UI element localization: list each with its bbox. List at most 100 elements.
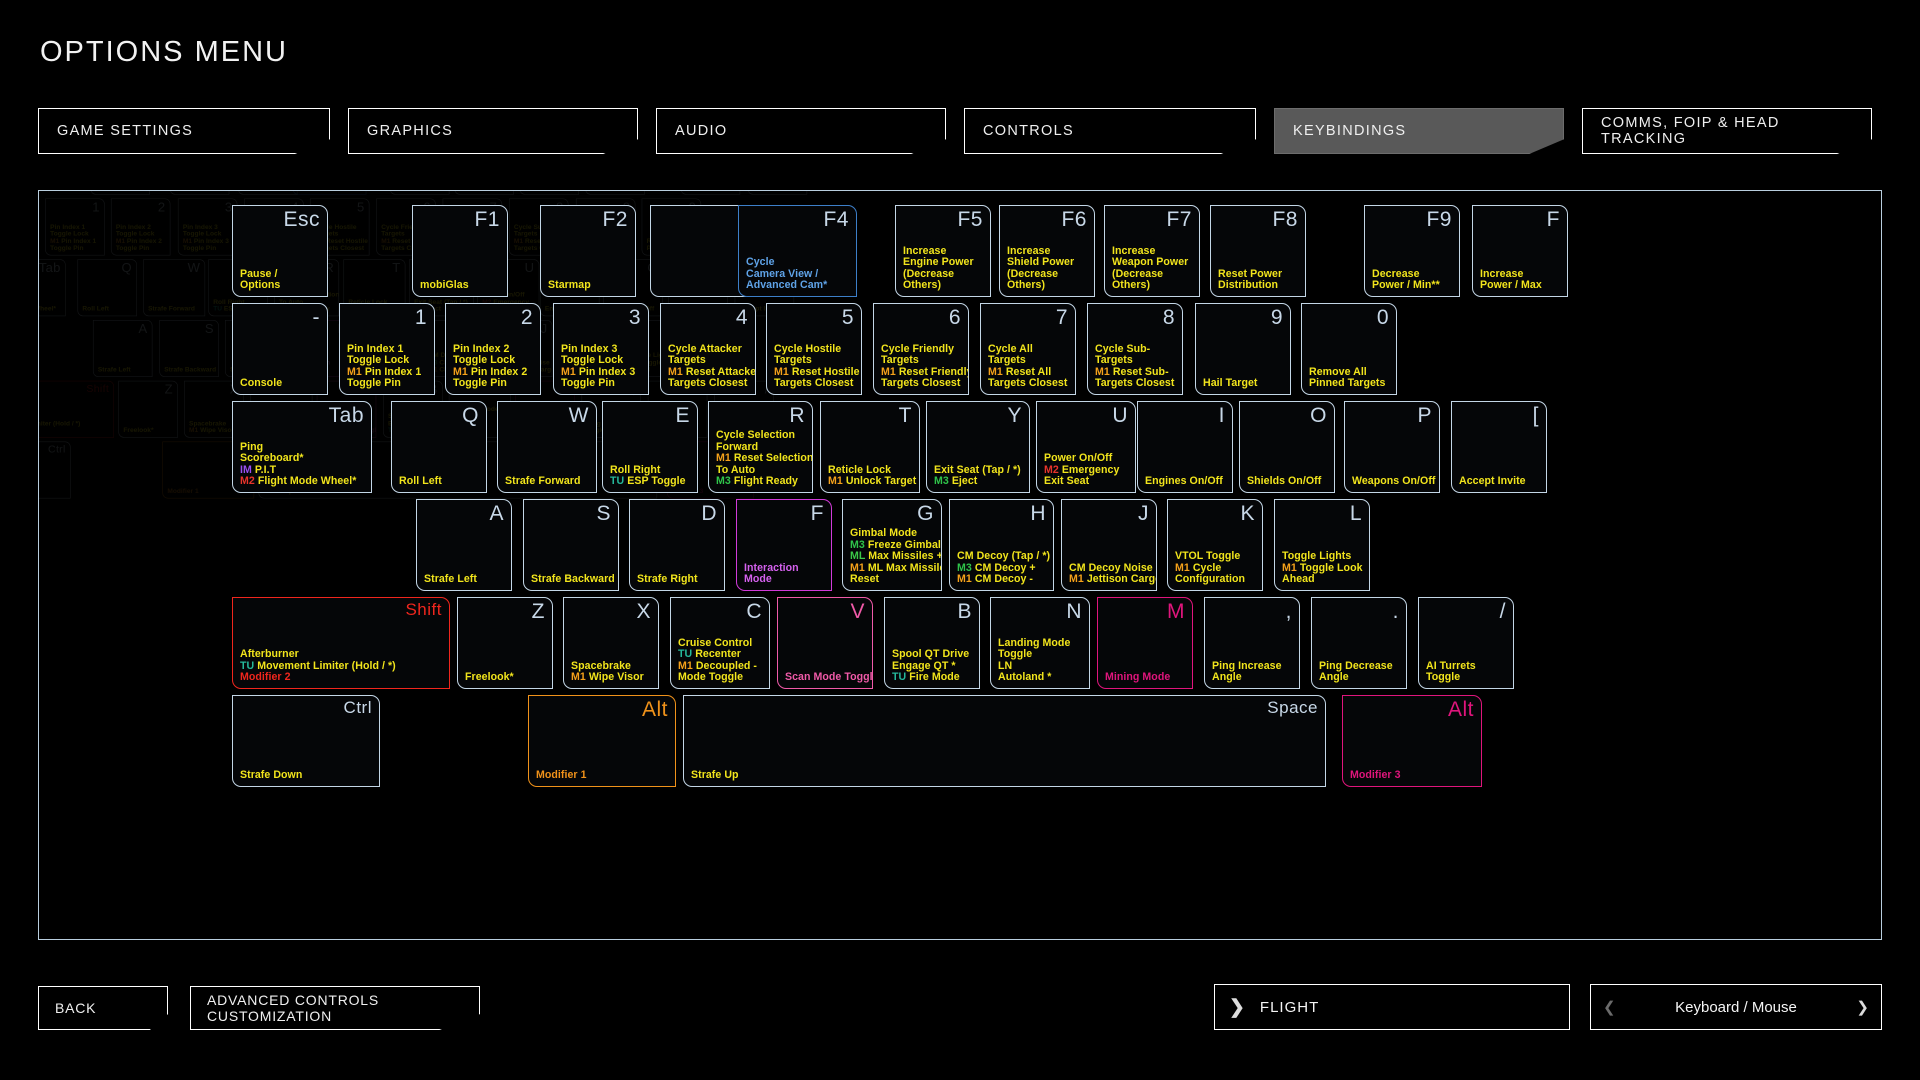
key-blank[interactable] <box>650 205 746 297</box>
key-3[interactable]: 3 Pin Index 3 Toggle Lock M1 Pin Index 3 Tog… <box>553 303 649 395</box>
key-[interactable]: / AI Turrets Toggle <box>1418 597 1514 689</box>
flight-category-button[interactable]: ❯ FLIGHT <box>1214 984 1570 1030</box>
binding-text: Cycle <box>1192 561 1222 574</box>
key-f9[interactable]: F9 Decrease Power / Min** <box>1364 205 1460 297</box>
key-binding-line: Strafe Left <box>424 574 506 586</box>
key-4[interactable]: 4 Cycle Attacker Targets M1 Reset Attacker T… <box>660 303 756 395</box>
key-tab[interactable]: Tab Ping Scoreboard* IM P.I.T M2 Flight Mode… <box>232 401 372 493</box>
key-c[interactable]: C Cruise Control TU Recenter M1 Decoupled -… <box>670 597 770 689</box>
advanced-controls-customization-button[interactable]: ADVANCED CONTROLS CUSTOMIZATION <box>190 986 480 1030</box>
key-h[interactable]: H CM Decoy (Tap / *) M3 CM Decoy + M1 CM De… <box>949 499 1054 591</box>
key-binding-list: Roll Right TU ESP Toggle <box>610 464 692 488</box>
key-shift[interactable]: Shift Afterburner TU Movement Limiter (Hol… <box>232 597 450 689</box>
tab-comms-foip-head-tracking[interactable]: COMMS, FOIP & HEAD TRACKING <box>1582 108 1872 154</box>
key-binding-list: Increase Shield Power (Decrease Others) <box>1007 245 1089 292</box>
key-f5[interactable]: F5 Increase Engine Power (Decrease Others) <box>895 205 991 297</box>
device-selector[interactable]: ❮ Keyboard / Mouse ❯ <box>1590 984 1882 1030</box>
key-binding-line: Mining Mode <box>1105 672 1187 684</box>
binding-text: Toggle <box>1426 671 1461 684</box>
key-f1[interactable]: F1 mobiGlas <box>412 205 508 297</box>
key-2[interactable]: 2 Pin Index 2 Toggle Lock M1 Pin Index 2 Tog… <box>445 303 541 395</box>
key-0[interactable]: 0 Remove All Pinned Targets <box>1301 303 1397 395</box>
key-[interactable]: - Console <box>232 303 328 395</box>
key-f2[interactable]: F2 Starmap <box>540 205 636 297</box>
key-o[interactable]: O Shields On/Off <box>1239 401 1335 493</box>
key-n[interactable]: N Landing Mode Toggle LN Autoland * <box>990 597 1090 689</box>
key-cap-label: 5 <box>841 306 854 329</box>
chevron-left-icon[interactable]: ❮ <box>1603 998 1616 1016</box>
key-t[interactable]: T Reticle Lock M1 Unlock Target <box>820 401 920 493</box>
key-5[interactable]: 5 Cycle Hostile Targets M1 Reset Hostile Tar… <box>766 303 862 395</box>
key-cap-label: Q <box>462 404 479 427</box>
key-binding-line: M2 Flight Mode Wheel* <box>240 476 366 488</box>
key-8[interactable]: 8 Cycle Sub- Targets M1 Reset Sub- Targets C… <box>1087 303 1183 395</box>
key-f7[interactable]: F7 Increase Weapon Power (Decrease Others) <box>1104 205 1200 297</box>
key-binding-list: Interaction Mode <box>744 562 826 586</box>
key-k[interactable]: K VTOL Toggle M1 Cycle Configuration <box>1167 499 1263 591</box>
key-a[interactable]: A Strafe Left <box>416 499 512 591</box>
key-r[interactable]: R Cycle Selection Forward M1 Reset Selectio… <box>708 401 813 493</box>
key-6[interactable]: 6 Cycle Friendly Targets M1 Reset Friendly T… <box>873 303 969 395</box>
key-y[interactable]: Y Exit Seat (Tap / *) M3 Eject <box>926 401 1030 493</box>
key-alt[interactable]: Alt Modifier 1 <box>528 695 676 787</box>
back-button[interactable]: BACK <box>38 986 168 1030</box>
key-j[interactable]: J CM Decoy Noise M1 Jettison Cargo <box>1061 499 1157 591</box>
key-i[interactable]: I Engines On/Off <box>1137 401 1233 493</box>
key-b[interactable]: B Spool QT Drive Engage QT * TU Fire Mode <box>884 597 980 689</box>
key-cap-label: , <box>1285 600 1292 623</box>
key-9[interactable]: 9 Hail Target <box>1195 303 1291 395</box>
key-g[interactable]: G Gimbal Mode M3 Freeze Gimbals ML Max Miss… <box>842 499 942 591</box>
key-q[interactable]: Q Roll Left <box>391 401 487 493</box>
key-7[interactable]: 7 Cycle All Targets M1 Reset All Targets Clo… <box>980 303 1076 395</box>
key-v[interactable]: V Scan Mode Toggle <box>777 597 873 689</box>
key-binding-line: Toggle Pin <box>347 378 429 390</box>
tab-label: GRAPHICS <box>367 123 454 139</box>
key-binding-list: Strafe Left <box>424 574 506 586</box>
key-l[interactable]: L Toggle Lights M1 Toggle Look Ahead <box>1274 499 1370 591</box>
tab-audio[interactable]: AUDIO <box>656 108 946 154</box>
key-alt[interactable]: Alt Modifier 3 <box>1342 695 1482 787</box>
binding-text: Increase <box>1112 244 1156 257</box>
key-z[interactable]: Z Freelook* <box>457 597 553 689</box>
key-e[interactable]: E Roll Right TU ESP Toggle <box>602 401 698 493</box>
key-f[interactable]: F Interaction Mode <box>736 499 832 591</box>
key-binding-list: Cycle Selection Forward M1 Reset Selection… <box>716 429 812 488</box>
key-cap-label: E <box>675 404 690 427</box>
binding-text: Reset All <box>1005 365 1052 378</box>
binding-text: Pinned Targets <box>1309 377 1386 390</box>
key-binding-line: Others) <box>1112 280 1194 292</box>
binding-text: CM Decoy - <box>974 573 1033 586</box>
binding-text: CM Decoy Noise <box>1069 561 1153 574</box>
key-d[interactable]: D Strafe Right <box>629 499 725 591</box>
key-x[interactable]: X Spacebrake M1 Wipe Visor <box>563 597 659 689</box>
key-s[interactable]: S Strafe Backward <box>523 499 619 591</box>
key-[interactable]: [Accept Invite <box>1451 401 1547 493</box>
tab-controls[interactable]: CONTROLS <box>964 108 1256 154</box>
key-f8[interactable]: F8 Reset Power Distribution <box>1210 205 1306 297</box>
key-ctrl[interactable]: Ctrl Strafe Down <box>232 695 380 787</box>
key-p[interactable]: P Weapons On/Off <box>1344 401 1440 493</box>
key-cap-label: 9 <box>1270 306 1283 329</box>
key-f4[interactable]: F4 Cycle Camera View / Advanced Cam* <box>738 205 857 297</box>
chevron-right-icon[interactable]: ❯ <box>1856 998 1869 1016</box>
key-m[interactable]: M Mining Mode <box>1097 597 1193 689</box>
binding-text: Power On/Off <box>1044 452 1113 465</box>
key-u[interactable]: U Power On/Off M2 Emergency Exit Seat <box>1036 401 1136 493</box>
key-[interactable]: , Ping Increase Angle <box>1204 597 1300 689</box>
tab-graphics[interactable]: GRAPHICS <box>348 108 638 154</box>
key-w[interactable]: W Strafe Forward <box>497 401 597 493</box>
key-f6[interactable]: F6 Increase Shield Power (Decrease Others) <box>999 205 1095 297</box>
key-binding-list: Weapons On/Off <box>1352 476 1435 488</box>
key-binding-list: Modifier 1 <box>536 770 670 782</box>
key-1[interactable]: 1 Pin Index 1 Toggle Lock M1 Pin Index 1 Tog… <box>339 303 435 395</box>
key-space[interactable]: Space Strafe Up <box>683 695 1326 787</box>
binding-text: Toggle Lock <box>561 354 624 367</box>
binding-text: Targets <box>881 354 919 367</box>
key-[interactable]: . Ping Decrease Angle <box>1311 597 1407 689</box>
key-f[interactable]: F Increase Power / Max <box>1472 205 1568 297</box>
key-esc[interactable]: Esc Pause / Options <box>232 205 328 297</box>
tab-keybindings[interactable]: KEYBINDINGS <box>1274 108 1564 154</box>
tab-game-settings[interactable]: GAME SETTINGS <box>38 108 330 154</box>
binding-text: Reset <box>850 573 880 586</box>
key-cap-label: G <box>917 502 934 525</box>
